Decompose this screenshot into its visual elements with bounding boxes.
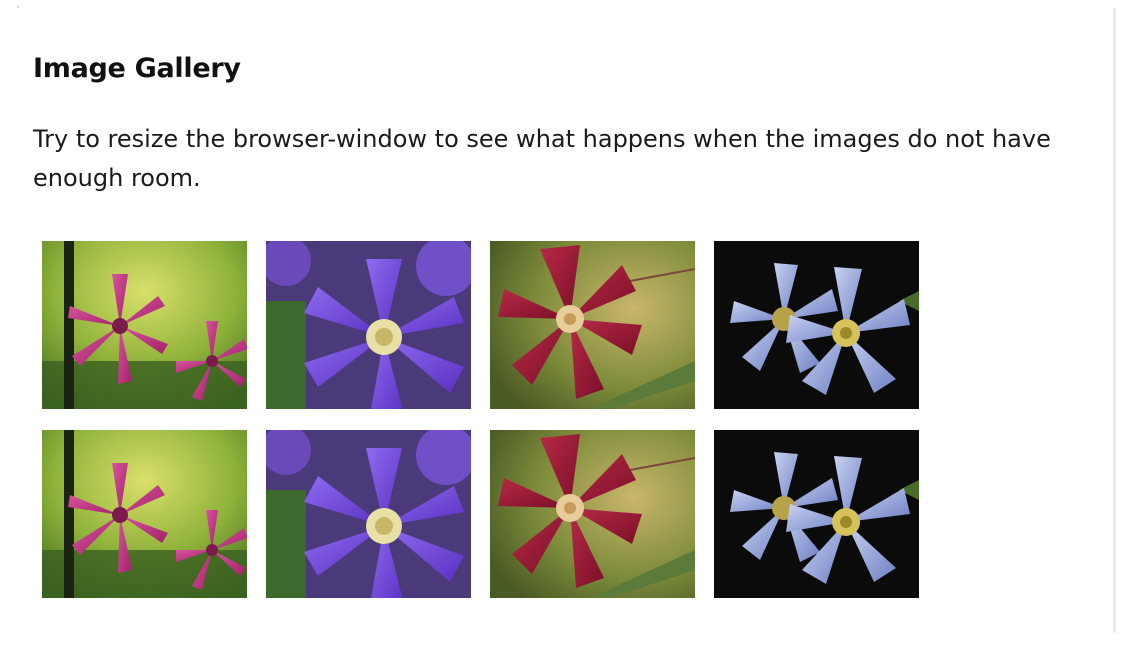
red-clematis-flower: [490, 430, 695, 598]
scrollbar-track[interactable]: [1113, 8, 1116, 633]
page-frame: Image Gallery Try to resize the browser-…: [0, 0, 1132, 660]
gallery-image-purple-clematis[interactable]: [266, 430, 471, 598]
page-description: Try to resize the browser-window to see …: [33, 125, 1051, 192]
gallery-image-red-clematis[interactable]: [490, 430, 695, 598]
gallery-image-pink-clematis[interactable]: [42, 241, 247, 409]
gallery-image-pink-clematis[interactable]: [42, 430, 247, 598]
pink-clematis-flower: [42, 430, 247, 598]
gallery-row: [42, 241, 962, 409]
gallery-row: [42, 430, 962, 598]
pink-clematis-flower: [42, 241, 247, 409]
image-gallery: [42, 241, 962, 619]
blue-clematis-flower: [714, 241, 919, 409]
blue-clematis-flower: [714, 430, 919, 598]
content-area: Image Gallery Try to resize the browser-…: [33, 48, 1103, 198]
gallery-image-purple-clematis[interactable]: [266, 241, 471, 409]
gallery-image-red-clematis[interactable]: [490, 241, 695, 409]
corner-mark: [17, 6, 19, 8]
gallery-image-blue-clematis[interactable]: [714, 241, 919, 409]
red-clematis-flower: [490, 241, 695, 409]
page-title: Image Gallery: [33, 53, 241, 84]
gallery-image-blue-clematis[interactable]: [714, 430, 919, 598]
purple-clematis-flower: [266, 241, 471, 409]
purple-clematis-flower: [266, 430, 471, 598]
